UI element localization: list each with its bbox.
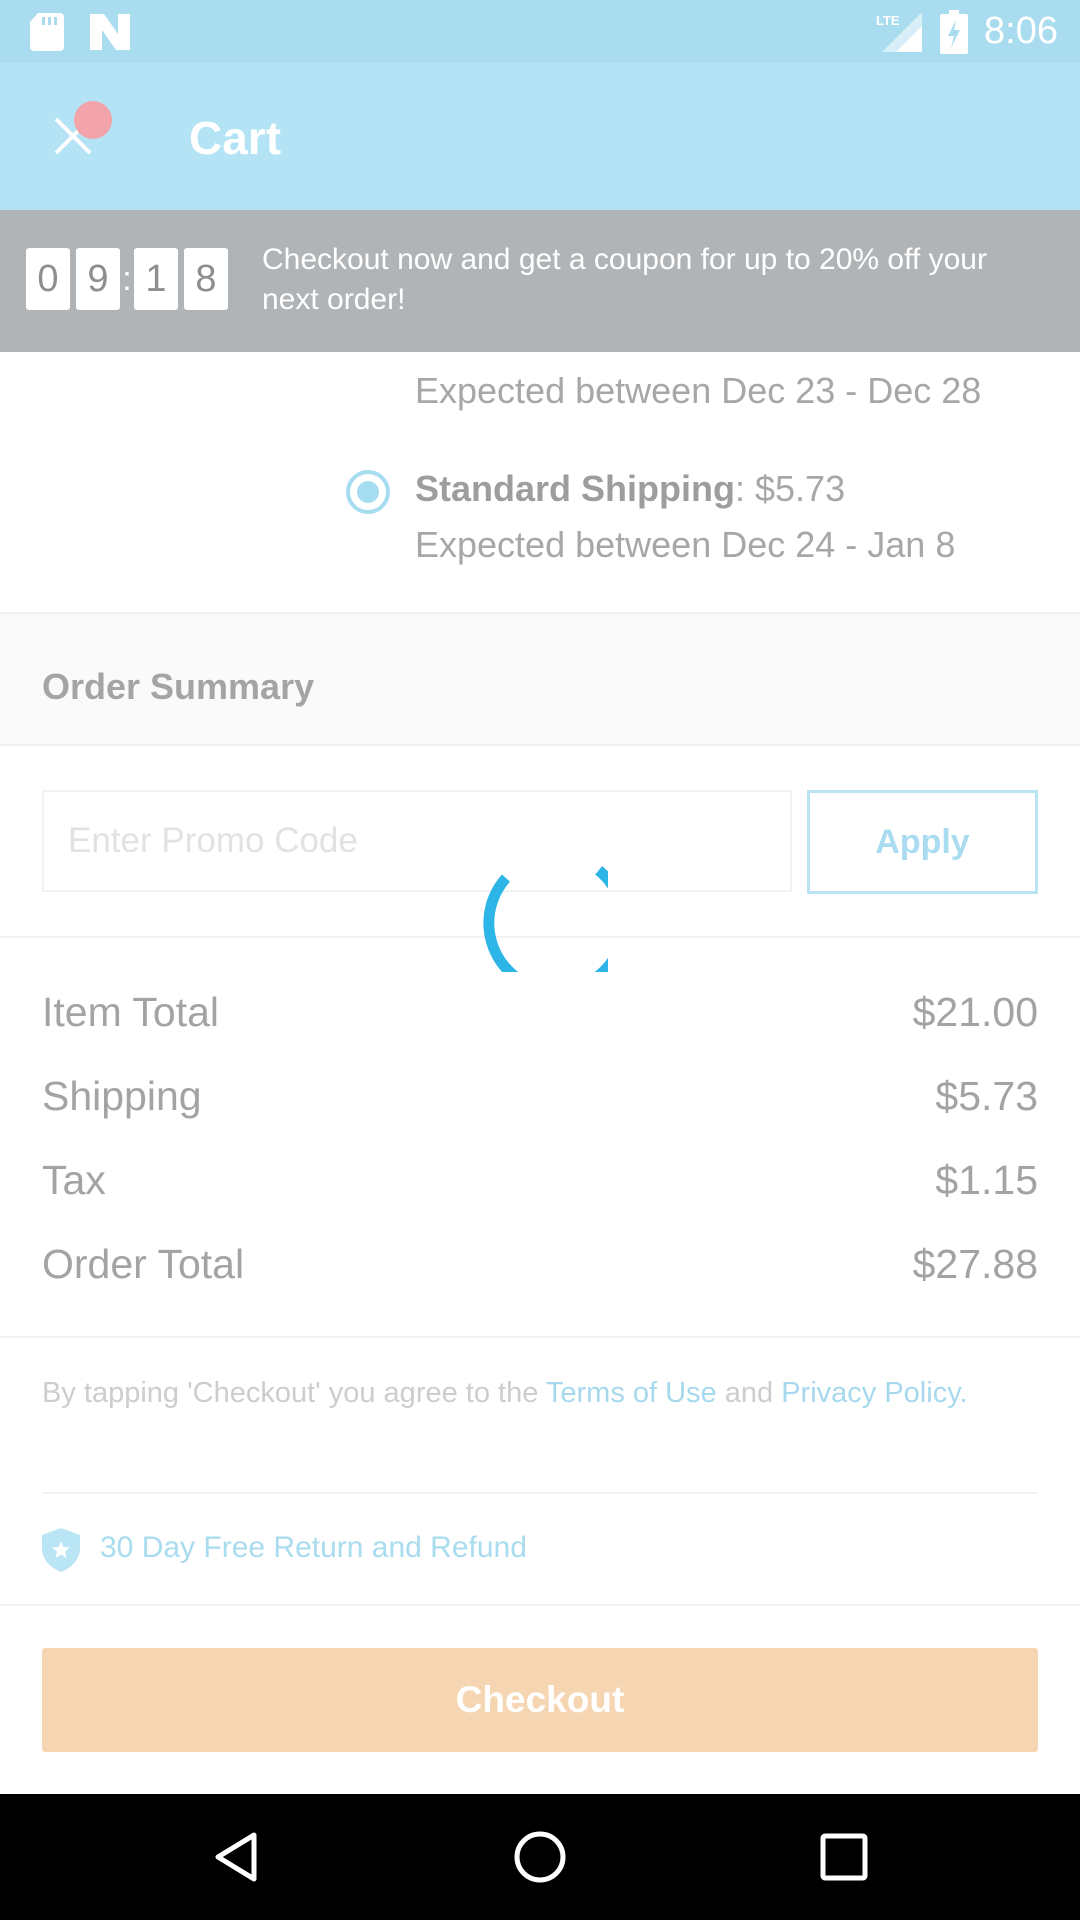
order-totals: Item Total $21.00 Shipping $5.73 Tax $1.… <box>0 940 1080 1338</box>
promo-code-input[interactable] <box>42 790 792 892</box>
sd-card-icon <box>30 13 64 51</box>
timer-digit: 1 <box>134 248 178 310</box>
tax-row: Tax $1.15 <box>42 1157 1038 1217</box>
battery-charging-icon <box>940 10 968 54</box>
row-label: Shipping <box>42 1073 202 1119</box>
lte-signal-icon: LTE <box>876 12 922 52</box>
app-bar: Cart <box>0 63 1080 210</box>
item-total-row: Item Total $21.00 <box>42 989 1038 1049</box>
countdown-timer: 0 9 : 1 8 <box>26 248 228 310</box>
checkout-button[interactable]: Checkout <box>42 1648 1038 1752</box>
status-bar: LTE 8:06 <box>0 0 1080 63</box>
divider <box>0 1604 1080 1606</box>
divider <box>42 1492 1038 1494</box>
svg-text:LTE: LTE <box>876 13 900 28</box>
terms-middle: and <box>716 1377 782 1409</box>
order-total-row: Order Total $27.88 <box>42 1241 1038 1301</box>
terms-prefix: By tapping 'Checkout' you agree to the <box>42 1377 546 1409</box>
promo-message: Checkout now and get a coupon for up to … <box>262 243 987 316</box>
row-value: $5.73 <box>935 1073 1038 1119</box>
row-label: Item Total <box>42 989 219 1035</box>
standard-shipping-radio[interactable] <box>346 470 390 514</box>
shipping-options: Expected between Dec 23 - Dec 28 Standar… <box>0 352 1080 612</box>
row-label: Tax <box>42 1157 106 1203</box>
privacy-policy-link[interactable]: Privacy Policy <box>781 1377 959 1409</box>
n-notification-icon <box>90 14 130 50</box>
row-value: $21.00 <box>912 989 1038 1035</box>
row-label: Order Total <box>42 1241 245 1287</box>
system-nav-bar <box>0 1794 1080 1920</box>
guarantee-text: 30 Day Free Return and Refund <box>100 1531 527 1564</box>
terms-suffix: . <box>959 1377 968 1409</box>
shipping-price: : $5.73 <box>735 468 846 509</box>
terms-of-use-link[interactable]: Terms of Use <box>546 1377 717 1409</box>
status-clock: 8:06 <box>984 10 1058 52</box>
home-icon[interactable] <box>510 1827 570 1887</box>
notification-badge <box>74 101 112 139</box>
order-summary-header: Order Summary <box>0 612 1080 746</box>
prev-shipping-expected: Expected between Dec 23 - Dec 28 <box>415 370 982 411</box>
shipping-name: Standard Shipping <box>415 468 735 509</box>
timer-digit: 9 <box>76 248 120 310</box>
shield-star-icon <box>42 1528 80 1572</box>
radio-selected-dot <box>357 481 379 503</box>
standard-shipping-expected: Expected between Dec 24 - Jan 8 <box>415 524 956 565</box>
order-summary-title: Order Summary <box>42 666 315 707</box>
terms-notice: By tapping 'Checkout' you agree to the T… <box>42 1370 1042 1416</box>
shipping-total-row: Shipping $5.73 <box>42 1073 1038 1133</box>
page-title: Cart <box>189 112 282 164</box>
row-value: $1.15 <box>935 1157 1038 1203</box>
recents-icon[interactable] <box>814 1827 874 1887</box>
timer-digit: 0 <box>26 248 70 310</box>
apply-button[interactable]: Apply <box>807 790 1038 894</box>
standard-shipping-option[interactable]: Standard Shipping: $5.73 <box>415 468 845 510</box>
promo-banner[interactable]: 0 9 : 1 8 Checkout now and get a coupon … <box>0 210 1080 352</box>
back-icon[interactable] <box>208 1827 268 1887</box>
timer-digit: 8 <box>184 248 228 310</box>
timer-separator: : <box>122 259 132 298</box>
row-value: $27.88 <box>912 1241 1038 1287</box>
